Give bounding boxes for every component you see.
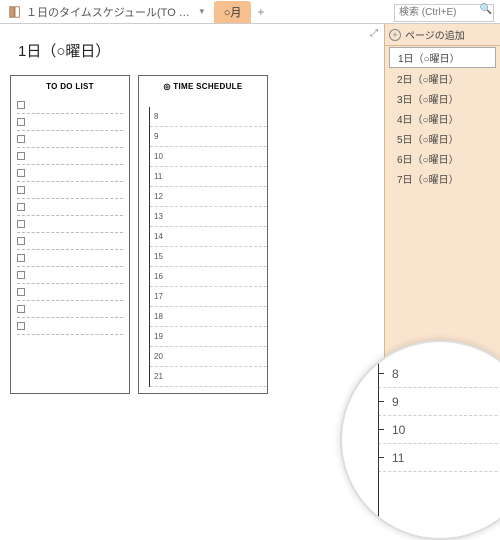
add-page-label: ページの追加	[405, 27, 465, 42]
time-row: 13	[150, 207, 267, 227]
checkbox[interactable]	[17, 152, 25, 160]
time-row: 16	[150, 267, 267, 287]
todo-item[interactable]	[17, 148, 123, 165]
todo-item[interactable]	[17, 182, 123, 199]
sidebar-page-item[interactable]: 6日（○曜日）	[389, 149, 496, 168]
time-label: 21	[154, 372, 163, 381]
search-area: 🔍	[394, 2, 494, 22]
todo-item[interactable]	[17, 318, 123, 335]
time-row: 11	[150, 167, 267, 187]
plus-icon: +	[389, 29, 401, 41]
time-row: 21	[150, 367, 267, 387]
checkbox[interactable]	[17, 237, 25, 245]
todo-heading: TO DO LIST	[17, 82, 123, 91]
page-content: ⤢ 1日（○曜日） TO DO LIST ◎ TIME SCHEDULE 8 9 1…	[0, 24, 384, 500]
time-row: 15	[150, 247, 267, 267]
sidebar-page-item[interactable]: 7日（○曜日）	[389, 169, 496, 188]
time-label: 12	[154, 192, 163, 201]
checkbox[interactable]	[17, 220, 25, 228]
checkbox[interactable]	[17, 305, 25, 313]
time-row: 14	[150, 227, 267, 247]
time-row: 10	[150, 147, 267, 167]
todo-item[interactable]	[17, 131, 123, 148]
search-icon[interactable]: 🔍	[480, 4, 492, 15]
time-label: 8	[154, 112, 158, 121]
time-label: 18	[154, 312, 163, 321]
checkbox[interactable]	[17, 118, 25, 126]
todo-item[interactable]	[17, 114, 123, 131]
main-tab-title[interactable]: １日のタイムスケジュール(TO …	[26, 4, 194, 20]
checkbox[interactable]	[17, 288, 25, 296]
todo-item[interactable]	[17, 233, 123, 250]
time-row: 18	[150, 307, 267, 327]
todo-item[interactable]	[17, 250, 123, 267]
schedule-panel: ◎ TIME SCHEDULE 8 9 10 11 12 13 14 15 16 17 18 19 20…	[138, 75, 268, 394]
time-label: 16	[154, 272, 163, 281]
time-row: 8	[150, 107, 267, 127]
time-label: 20	[154, 352, 163, 361]
todo-item[interactable]	[17, 97, 123, 114]
time-label: 13	[154, 212, 163, 221]
time-label: 10	[154, 152, 163, 161]
checkbox[interactable]	[17, 135, 25, 143]
sidebar-page-item[interactable]: 5日（○曜日）	[389, 129, 496, 148]
expand-icon[interactable]: ⤢	[370, 28, 378, 39]
time-row: 17	[150, 287, 267, 307]
zoom-time-row: 8	[378, 360, 500, 388]
todo-item[interactable]	[17, 301, 123, 318]
checkbox[interactable]	[17, 322, 25, 330]
time-row: 20	[150, 347, 267, 367]
time-row: 19	[150, 327, 267, 347]
time-label: 19	[154, 332, 163, 341]
time-row: 12	[150, 187, 267, 207]
todo-item[interactable]	[17, 267, 123, 284]
page-title: 1日（○曜日）	[18, 40, 374, 61]
tab-dropdown-icon[interactable]: ▼	[194, 7, 210, 16]
checkbox[interactable]	[17, 254, 25, 262]
time-row: 9	[150, 127, 267, 147]
todo-item[interactable]	[17, 199, 123, 216]
checkbox[interactable]	[17, 186, 25, 194]
todo-panel: TO DO LIST	[10, 75, 130, 394]
time-label: 9	[154, 132, 158, 141]
todo-item[interactable]	[17, 216, 123, 233]
checkbox[interactable]	[17, 169, 25, 177]
sidebar-page-item[interactable]: 1日（○曜日）	[389, 47, 496, 68]
sidebar-page-item[interactable]: 3日（○曜日）	[389, 89, 496, 108]
zoom-time-row: 10	[378, 416, 500, 444]
checkbox[interactable]	[17, 271, 25, 279]
add-page-button[interactable]: + ページの追加	[385, 24, 500, 46]
time-label: 15	[154, 252, 163, 261]
sidebar-page-item[interactable]: 4日（○曜日）	[389, 109, 496, 128]
zoom-time-row: 9	[378, 388, 500, 416]
time-label: 11	[154, 172, 162, 181]
notebook-icon	[8, 5, 22, 19]
sub-tab[interactable]: ○月	[214, 1, 252, 23]
todo-item[interactable]	[17, 284, 123, 301]
schedule-heading: ◎ TIME SCHEDULE	[139, 82, 267, 91]
sidebar-page-item[interactable]: 2日（○曜日）	[389, 69, 496, 88]
todo-item[interactable]	[17, 165, 123, 182]
checkbox[interactable]	[17, 203, 25, 211]
time-label: 14	[154, 232, 163, 241]
checkbox[interactable]	[17, 101, 25, 109]
time-label: 17	[154, 292, 163, 301]
zoom-time-row: 11	[378, 444, 500, 472]
add-tab-button[interactable]: +	[251, 3, 270, 21]
